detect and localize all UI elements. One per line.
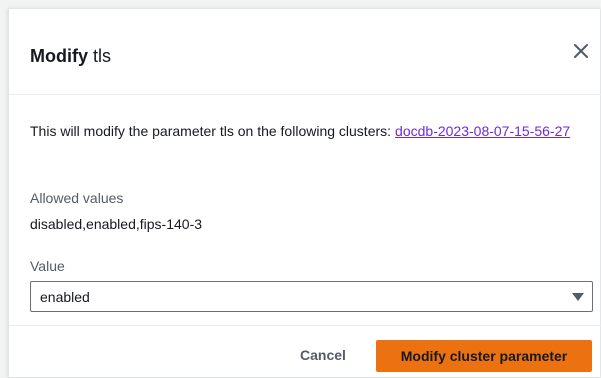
dialog-title-parameter: tls xyxy=(93,46,112,66)
allowed-values-text: disabled,enabled,fips-140-3 xyxy=(30,216,203,232)
dialog-body: This will modify the parameter tls on th… xyxy=(9,96,601,332)
close-button[interactable] xyxy=(569,39,593,63)
modify-cluster-parameter-button[interactable]: Modify cluster parameter xyxy=(376,340,592,372)
value-label: Value xyxy=(30,258,65,274)
close-icon xyxy=(574,44,588,58)
cluster-link[interactable]: docdb-2023-08-07-15-56-27 xyxy=(395,123,570,139)
value-select-current: enabled xyxy=(40,289,90,305)
dialog-footer: Cancel Modify cluster parameter xyxy=(9,325,601,378)
dialog-header: Modify tls xyxy=(9,9,601,95)
description-text: This will modify the parameter tls on th… xyxy=(30,123,392,139)
modify-description: This will modify the parameter tls on th… xyxy=(30,120,595,142)
dialog-title-action: Modify xyxy=(30,46,88,66)
cancel-button[interactable]: Cancel xyxy=(291,340,355,370)
caret-down-icon xyxy=(572,293,584,301)
value-select[interactable]: enabled xyxy=(30,281,593,312)
dialog-title: Modify tls xyxy=(30,45,111,67)
allowed-values-label: Allowed values xyxy=(30,190,124,206)
modify-parameter-dialog: Modify tls This will modify the paramete… xyxy=(8,8,601,378)
